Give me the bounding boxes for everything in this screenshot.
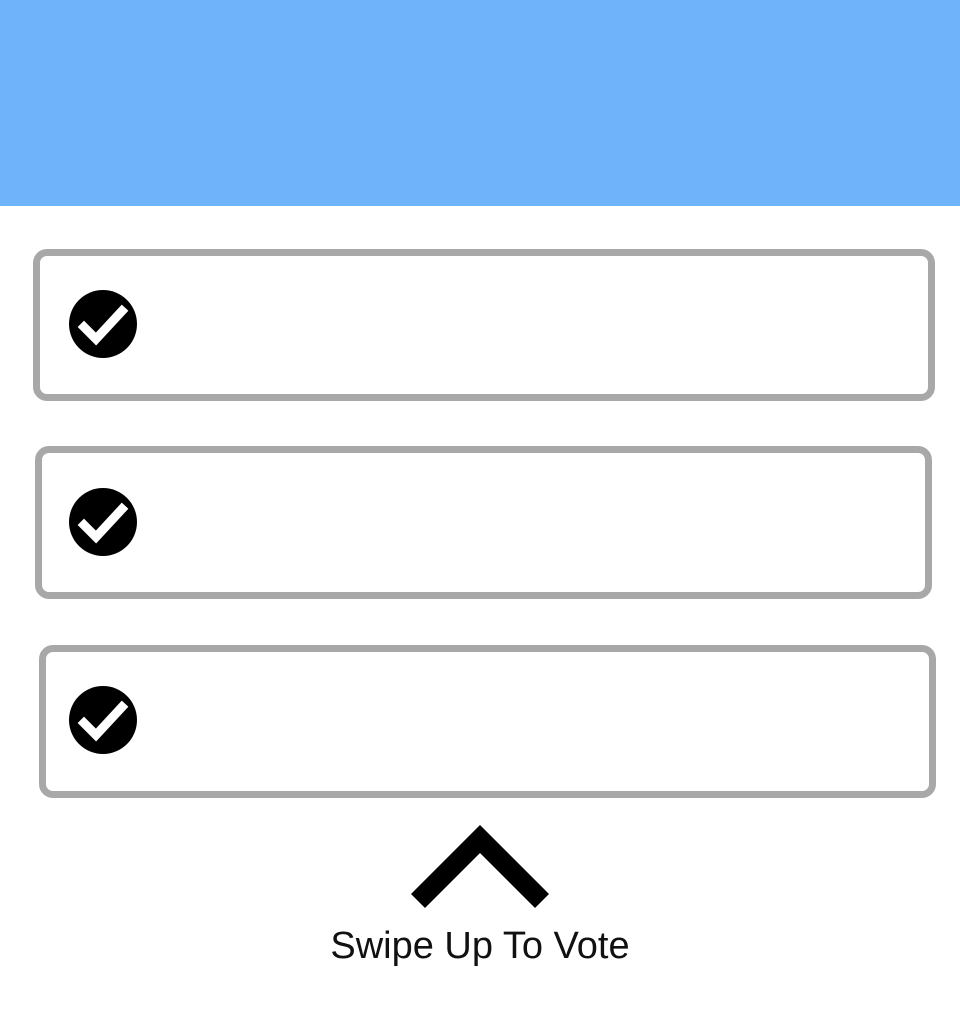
check-circle-icon <box>69 290 137 358</box>
swipe-up-label: Swipe Up To Vote <box>330 925 630 967</box>
vote-option-2[interactable] <box>35 446 932 599</box>
header-banner <box>0 0 960 206</box>
chevron-up-icon <box>411 825 549 915</box>
vote-option-3[interactable] <box>39 645 936 798</box>
swipe-up-to-vote[interactable]: Swipe Up To Vote <box>0 820 960 980</box>
check-circle-icon <box>69 686 137 754</box>
check-circle-icon <box>69 488 137 556</box>
vote-option-1[interactable] <box>33 249 935 401</box>
